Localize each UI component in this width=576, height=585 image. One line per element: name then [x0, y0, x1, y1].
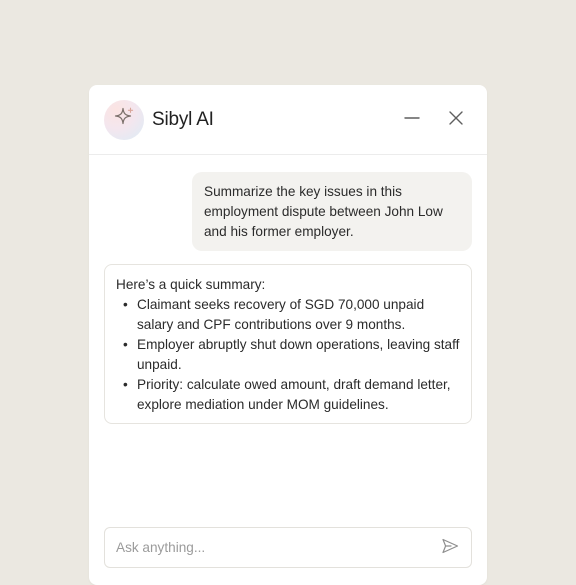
minimize-button[interactable]	[401, 109, 423, 131]
message-composer	[104, 527, 472, 568]
close-icon	[447, 109, 465, 132]
summary-bullet: Employer abruptly shut down operations, …	[116, 335, 460, 375]
close-button[interactable]	[445, 109, 467, 131]
assistant-summary-list: Claimant seeks recovery of SGD 70,000 un…	[116, 295, 460, 415]
assistant-message-intro: Here’s a quick summary:	[116, 277, 266, 292]
send-button[interactable]	[439, 537, 461, 559]
send-icon	[441, 537, 459, 560]
user-message-bubble: Summarize the key issues in this employm…	[192, 172, 472, 251]
summary-bullet: Claimant seeks recovery of SGD 70,000 un…	[116, 295, 460, 335]
assistant-message-bubble: Here’s a quick summary: Claimant seeks r…	[104, 264, 472, 424]
chat-header: Sibyl AI	[89, 85, 487, 155]
summary-bullet: Priority: calculate owed amount, draft d…	[116, 375, 460, 415]
assistant-title: Sibyl AI	[152, 109, 214, 130]
chat-panel: Sibyl AI Summarize the key issues in thi…	[89, 85, 487, 585]
assistant-avatar	[104, 100, 144, 140]
sparkle-icon	[111, 105, 137, 136]
user-message-text: Summarize the key issues in this employm…	[204, 184, 443, 239]
minus-icon	[403, 109, 421, 132]
message-input[interactable]	[116, 528, 426, 567]
